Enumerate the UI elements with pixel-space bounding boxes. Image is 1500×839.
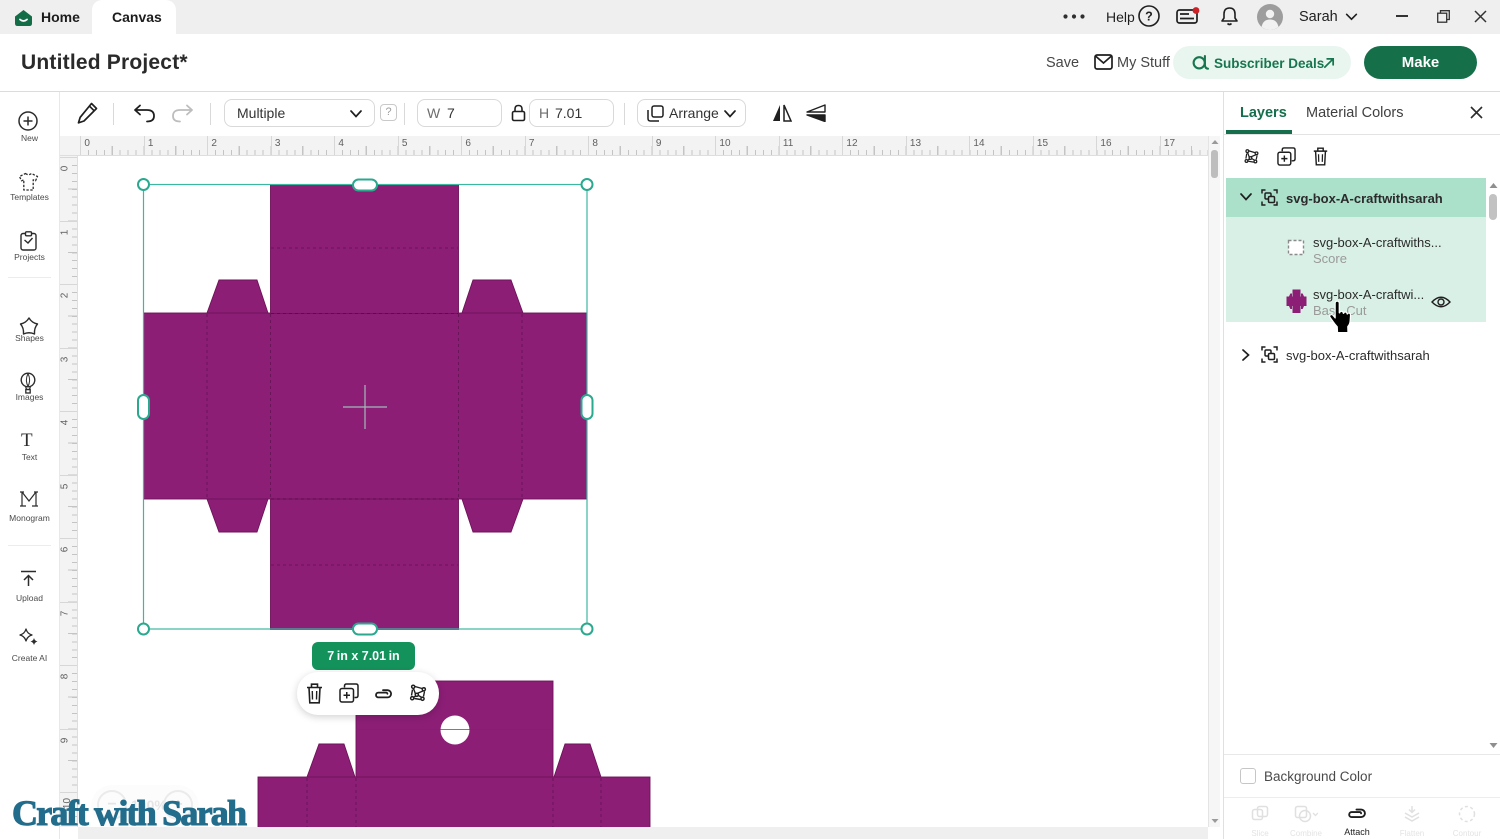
svg-text:?: ? xyxy=(1145,10,1153,24)
